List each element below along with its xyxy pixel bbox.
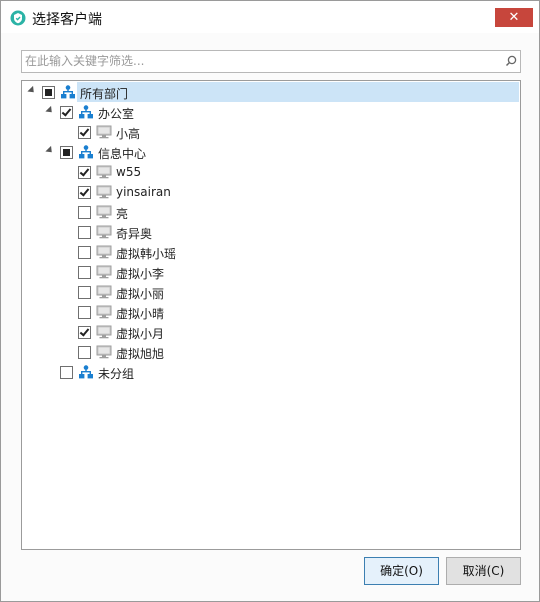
tree-node-label: 虚拟旭旭 [116,347,165,361]
checkbox[interactable] [78,326,91,339]
computer-icon [96,305,112,319]
tree-node-label: w55 [116,165,142,179]
tree-node-client[interactable]: 小高 [22,122,518,142]
close-icon: ✕ [508,10,520,25]
checkbox[interactable] [78,166,91,179]
search-button[interactable] [502,50,521,73]
cancel-button[interactable]: 取消(C) [446,557,521,585]
tree-node-client[interactable]: 虚拟韩小瑶 [22,242,518,262]
tree-node-client[interactable]: 亮 [22,202,518,222]
computer-icon [96,205,112,219]
dialog-title: 选择客户端 [32,12,102,28]
expand-arrow-icon[interactable] [45,105,55,116]
search-input[interactable] [25,53,495,69]
tree-node-label: 亮 [116,207,129,221]
tree-node-root[interactable]: 所有部门 [22,82,519,102]
search-icon [505,55,517,67]
checkbox[interactable] [60,366,73,379]
tree-node-group[interactable]: 信息中心 [22,142,518,162]
checkbox[interactable] [78,186,91,199]
tree-node-label: 虚拟小晴 [116,307,165,321]
app-shield-icon [10,10,26,26]
tree-node-client[interactable]: w55 [22,162,518,182]
close-button[interactable]: ✕ [495,8,533,27]
checkbox[interactable] [78,206,91,219]
tree-node-label: 信息中心 [98,147,147,161]
computer-icon [96,225,112,239]
tree-node-client[interactable]: 虚拟小月 [22,322,518,342]
computer-icon [96,245,112,259]
tree-node-client[interactable]: yinsairan [22,182,518,202]
tree-node-client[interactable]: 奇异奥 [22,222,518,242]
selection-highlight [77,82,519,102]
tree-node-label: 小高 [116,127,141,141]
computer-icon [96,265,112,279]
tree-node-label: 办公室 [98,107,135,121]
client-tree[interactable]: 所有部门办公室小高信息中心 w55 yinsairan 亮奇异奥虚拟韩小瑶虚拟小李虚拟… [21,80,521,550]
checkbox[interactable] [60,106,73,119]
tree-node-group[interactable]: 办公室 [22,102,518,122]
checkbox[interactable] [60,146,73,159]
checkbox[interactable] [78,226,91,239]
tree-node-client[interactable]: 虚拟旭旭 [22,342,518,362]
computer-icon [96,325,112,339]
tree-node-client[interactable]: 虚拟小晴 [22,302,518,322]
tree-node-label: 所有部门 [80,87,129,101]
computer-icon [96,125,112,139]
tree-node-client[interactable]: 虚拟小丽 [22,282,518,302]
select-client-dialog: 选择客户端 ✕ 所有部门办公室小高信息中心 w55 yinsairan 亮奇异奥虚拟韩… [0,0,540,602]
checkbox[interactable] [78,266,91,279]
org-chart-icon [78,145,94,159]
tree-node-label: yinsairan [116,185,171,199]
tree-node-label: 虚拟韩小瑶 [116,247,177,261]
tree-node-label: 虚拟小李 [116,267,165,281]
checkbox[interactable] [78,126,91,139]
tree-node-label: 未分组 [98,367,135,381]
checkbox[interactable] [78,306,91,319]
ok-button[interactable]: 确定(O) [364,557,439,585]
tree-node-label: 奇异奥 [116,227,153,241]
expand-arrow-icon[interactable] [27,85,37,96]
org-chart-icon [78,365,94,379]
search-field[interactable] [21,50,503,73]
checkbox[interactable] [78,346,91,359]
tree-node-group[interactable]: 未分组 [22,362,518,382]
org-chart-icon [78,105,94,119]
title-bar: 选择客户端 ✕ [1,1,539,33]
tree-node-client[interactable]: 虚拟小李 [22,262,518,282]
checkbox[interactable] [78,286,91,299]
computer-icon [96,285,112,299]
checkbox[interactable] [42,86,55,99]
computer-icon [96,165,112,179]
computer-icon [96,345,112,359]
tree-node-label: 虚拟小月 [116,327,165,341]
computer-icon [96,185,112,199]
org-chart-icon [60,85,76,99]
checkbox[interactable] [78,246,91,259]
expand-arrow-icon[interactable] [45,145,55,156]
tree-node-label: 虚拟小丽 [116,287,165,301]
